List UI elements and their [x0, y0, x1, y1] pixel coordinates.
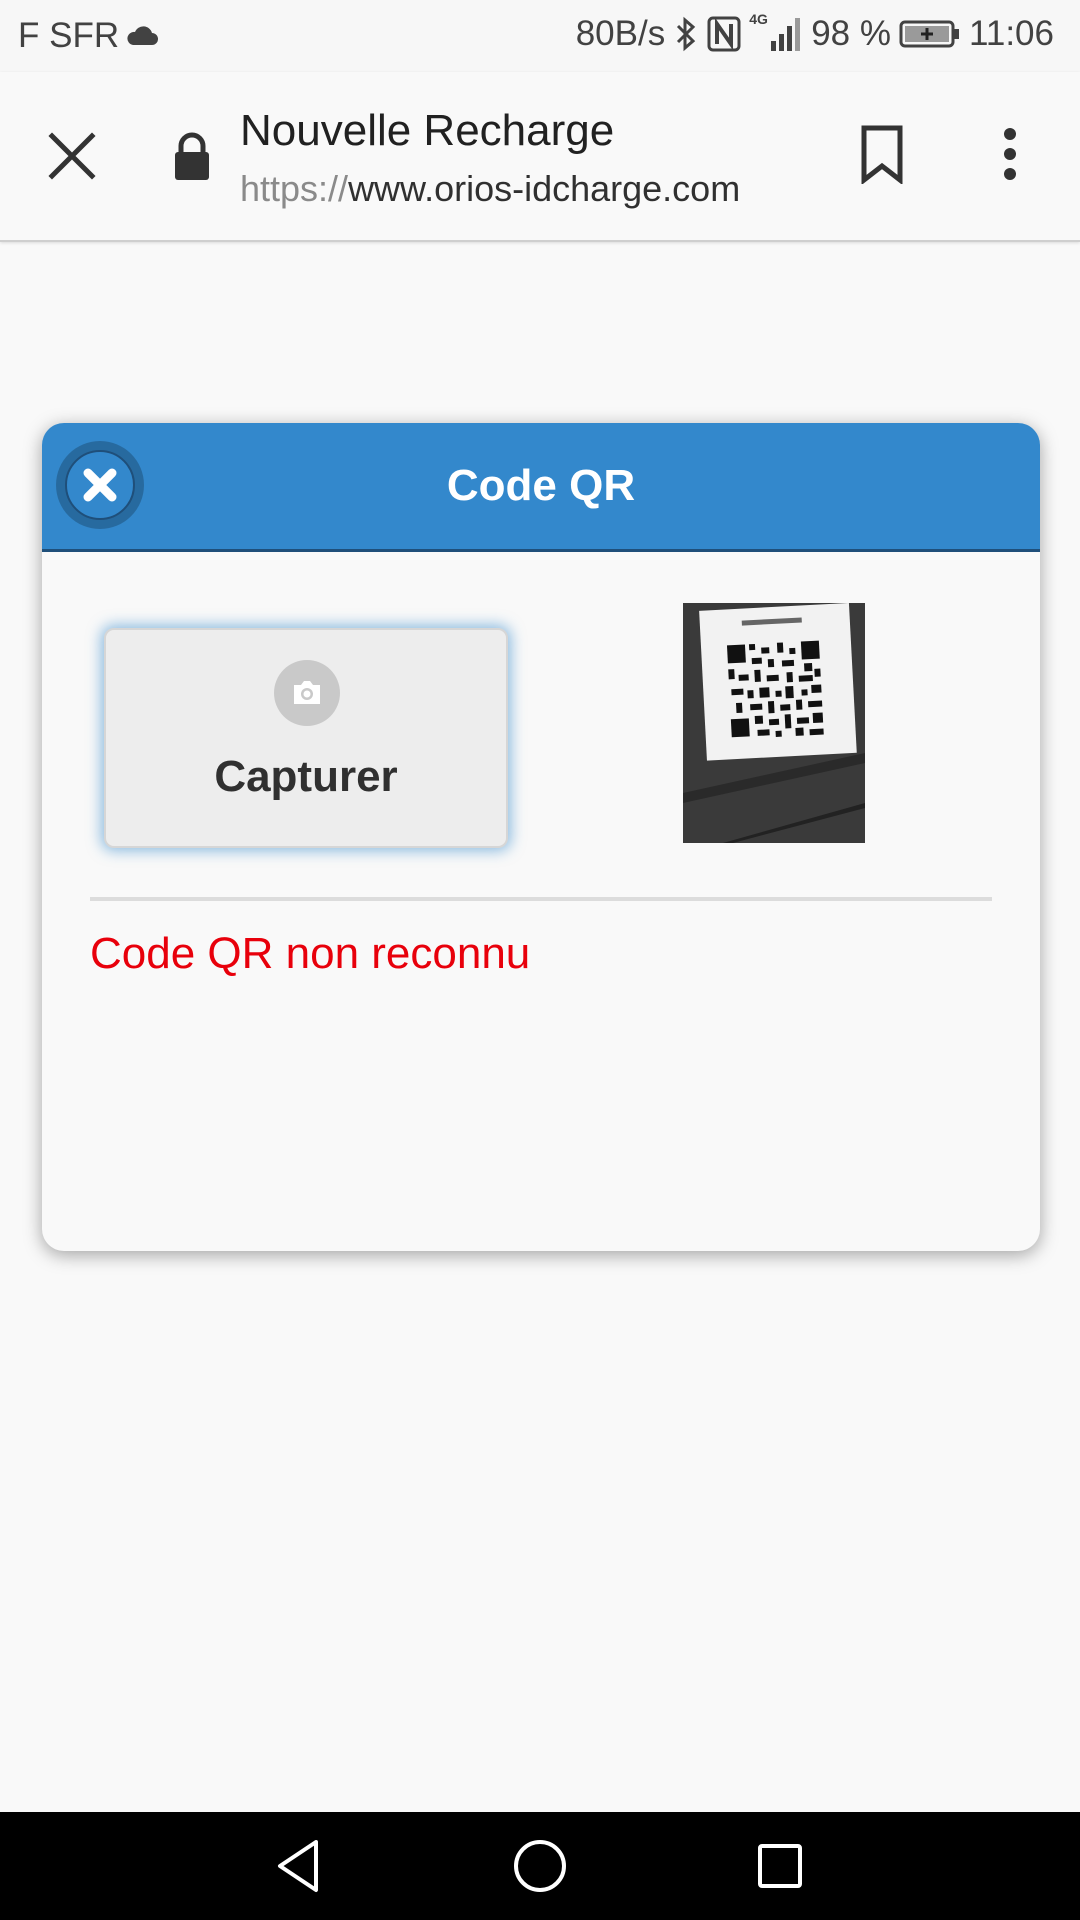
carrier-label: F SFR — [18, 16, 120, 55]
cloud-icon — [127, 26, 159, 45]
network-speed: 80B/s — [575, 14, 666, 53]
qr-dialog: Code QR Capturer Code QR non reconnu — [42, 423, 1040, 1251]
divider — [90, 897, 992, 901]
more-vert-icon[interactable] — [990, 124, 1030, 184]
nav-back-icon[interactable] — [268, 1834, 332, 1898]
capture-button[interactable]: Capturer — [104, 628, 508, 848]
status-bar: F SFR 80B/s 4G 98 % 11:06 — [0, 0, 1080, 72]
signal-icon: 4G — [749, 11, 803, 53]
status-right: 80B/s 4G 98 % 11:06 — [575, 11, 1054, 54]
nav-recents-icon[interactable] — [748, 1834, 812, 1898]
battery-percent: 98 % — [811, 14, 891, 53]
bookmark-icon[interactable] — [858, 124, 906, 184]
dialog-title: Code QR — [446, 461, 636, 510]
clock: 11:06 — [969, 14, 1054, 53]
qr-photo-thumbnail — [683, 603, 865, 843]
lock-icon — [175, 132, 209, 180]
error-message: Code QR non reconnu — [90, 929, 531, 978]
browser-toolbar: Nouvelle Recharge https://www.orios-idch… — [0, 72, 1080, 242]
status-left: F SFR — [18, 16, 159, 56]
dialog-header: Code QR — [42, 423, 1040, 552]
bluetooth-icon — [677, 16, 696, 52]
close-icon[interactable] — [42, 126, 102, 186]
dialog-close-button[interactable] — [56, 441, 144, 529]
url-scheme: https:// — [240, 168, 349, 209]
url-host: www.orios-idcharge.com — [348, 168, 741, 209]
navigation-bar — [0, 1812, 1080, 1920]
camera-icon — [274, 660, 340, 726]
capture-label: Capturer — [214, 752, 398, 801]
battery-charging-icon — [899, 20, 959, 48]
nav-home-icon[interactable] — [508, 1834, 572, 1898]
page-title: Nouvelle Recharge — [240, 106, 615, 155]
url-display[interactable]: https://www.orios-idcharge.com — [240, 168, 740, 210]
nfc-icon — [707, 16, 741, 52]
close-circle-icon — [65, 450, 135, 520]
